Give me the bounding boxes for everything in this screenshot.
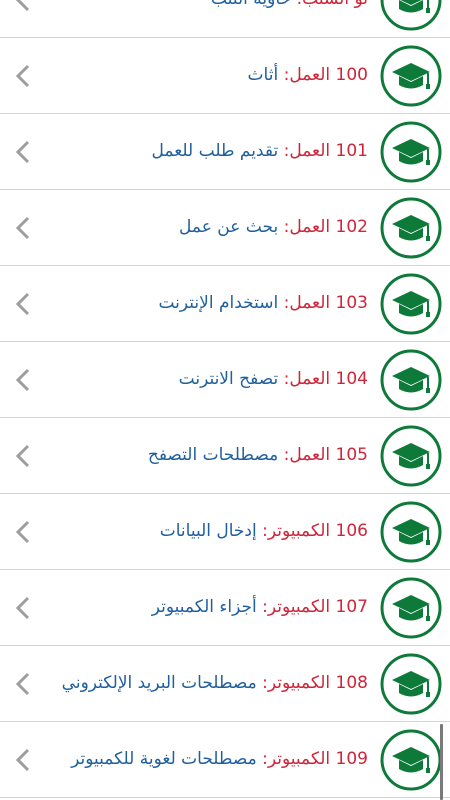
list-item[interactable]: 101 العمل: تقديم طلب للعمل (0, 114, 450, 190)
item-title: حاوية التنب (211, 0, 291, 9)
item-text: ثو الشتب: حاوية التنب (38, 0, 368, 37)
graduation-cap-icon (380, 653, 442, 715)
item-text: 108 الكمبيوتر: مصطلحات البريد الإلكتروني (38, 646, 368, 721)
list-item[interactable]: ثو الشتب: حاوية التنب (0, 0, 450, 38)
item-title: بحث عن عمل (179, 217, 279, 237)
item-category: 107 الكمبيوتر: (262, 597, 368, 617)
list-item[interactable]: 109 الكمبيوتر: مصطلحات لغوية للكمبيوتر (0, 722, 450, 798)
chevron-left-icon (12, 746, 36, 774)
item-text: 106 الكمبيوتر: إدخال البيانات (38, 494, 368, 569)
chevron-left-icon (12, 594, 36, 622)
list-item[interactable]: 108 الكمبيوتر: مصطلحات البريد الإلكتروني (0, 646, 450, 722)
item-title: مصطلحات لغوية للكمبيوتر (71, 749, 257, 769)
scrollbar-thumb[interactable] (440, 724, 443, 800)
item-category: 103 العمل: (283, 293, 368, 313)
graduation-cap-icon (380, 197, 442, 259)
item-title: أثاث (247, 65, 279, 85)
chevron-left-icon (12, 290, 36, 318)
graduation-cap-icon (380, 577, 442, 639)
graduation-cap-icon (380, 273, 442, 335)
item-text: 104 العمل: تصفح الانترنت (38, 342, 368, 417)
graduation-cap-icon (380, 501, 442, 563)
graduation-cap-icon (380, 45, 442, 107)
item-title: أجزاء الكمبيوتر (151, 597, 257, 617)
item-text: 107 الكمبيوتر: أجزاء الكمبيوتر (38, 570, 368, 645)
list-item[interactable]: 107 الكمبيوتر: أجزاء الكمبيوتر (0, 570, 450, 646)
list-item[interactable]: 104 العمل: تصفح الانترنت (0, 342, 450, 418)
chevron-left-icon (12, 670, 36, 698)
chevron-left-icon (12, 442, 36, 470)
item-title: مصطلحات التصفح (147, 445, 279, 465)
item-category: 104 العمل: (283, 369, 368, 389)
chevron-left-icon (12, 138, 36, 166)
chevron-left-icon (12, 0, 36, 14)
item-text: 103 العمل: استخدام الإنترنت (38, 266, 368, 341)
item-title: تصفح الانترنت (178, 369, 279, 389)
graduation-cap-icon (380, 729, 442, 791)
item-category: 100 العمل: (283, 65, 368, 85)
list-item[interactable]: 102 العمل: بحث عن عمل (0, 190, 450, 266)
graduation-cap-icon (380, 0, 442, 31)
item-title: تقديم طلب للعمل (151, 141, 279, 161)
chevron-left-icon (12, 214, 36, 242)
chevron-left-icon (12, 62, 36, 90)
item-category: 101 العمل: (283, 141, 368, 161)
item-text: 105 العمل: مصطلحات التصفح (38, 418, 368, 493)
item-category: ثو الشتب: (296, 0, 368, 9)
list-item[interactable]: 100 العمل: أثاث (0, 38, 450, 114)
list-item[interactable]: 103 العمل: استخدام الإنترنت (0, 266, 450, 342)
item-text: 102 العمل: بحث عن عمل (38, 190, 368, 265)
item-category: 108 الكمبيوتر: (262, 673, 368, 693)
graduation-cap-icon (380, 425, 442, 487)
chevron-left-icon (12, 366, 36, 394)
item-title: مصطلحات البريد الإلكتروني (61, 673, 257, 693)
chevron-left-icon (12, 518, 36, 546)
item-text: 100 العمل: أثاث (38, 38, 368, 113)
lesson-list: ثو الشتب: حاوية التنب 100 العمل: أثاث 10… (0, 0, 450, 798)
item-category: 102 العمل: (283, 217, 368, 237)
list-item[interactable]: 106 الكمبيوتر: إدخال البيانات (0, 494, 450, 570)
graduation-cap-icon (380, 121, 442, 183)
item-title: إدخال البيانات (159, 521, 257, 541)
item-category: 109 الكمبيوتر: (262, 749, 368, 769)
item-category: 105 العمل: (283, 445, 368, 465)
item-text: 101 العمل: تقديم طلب للعمل (38, 114, 368, 189)
graduation-cap-icon (380, 349, 442, 411)
item-title: استخدام الإنترنت (158, 293, 279, 313)
item-text: 109 الكمبيوتر: مصطلحات لغوية للكمبيوتر (38, 722, 368, 797)
item-category: 106 الكمبيوتر: (262, 521, 368, 541)
list-item[interactable]: 105 العمل: مصطلحات التصفح (0, 418, 450, 494)
